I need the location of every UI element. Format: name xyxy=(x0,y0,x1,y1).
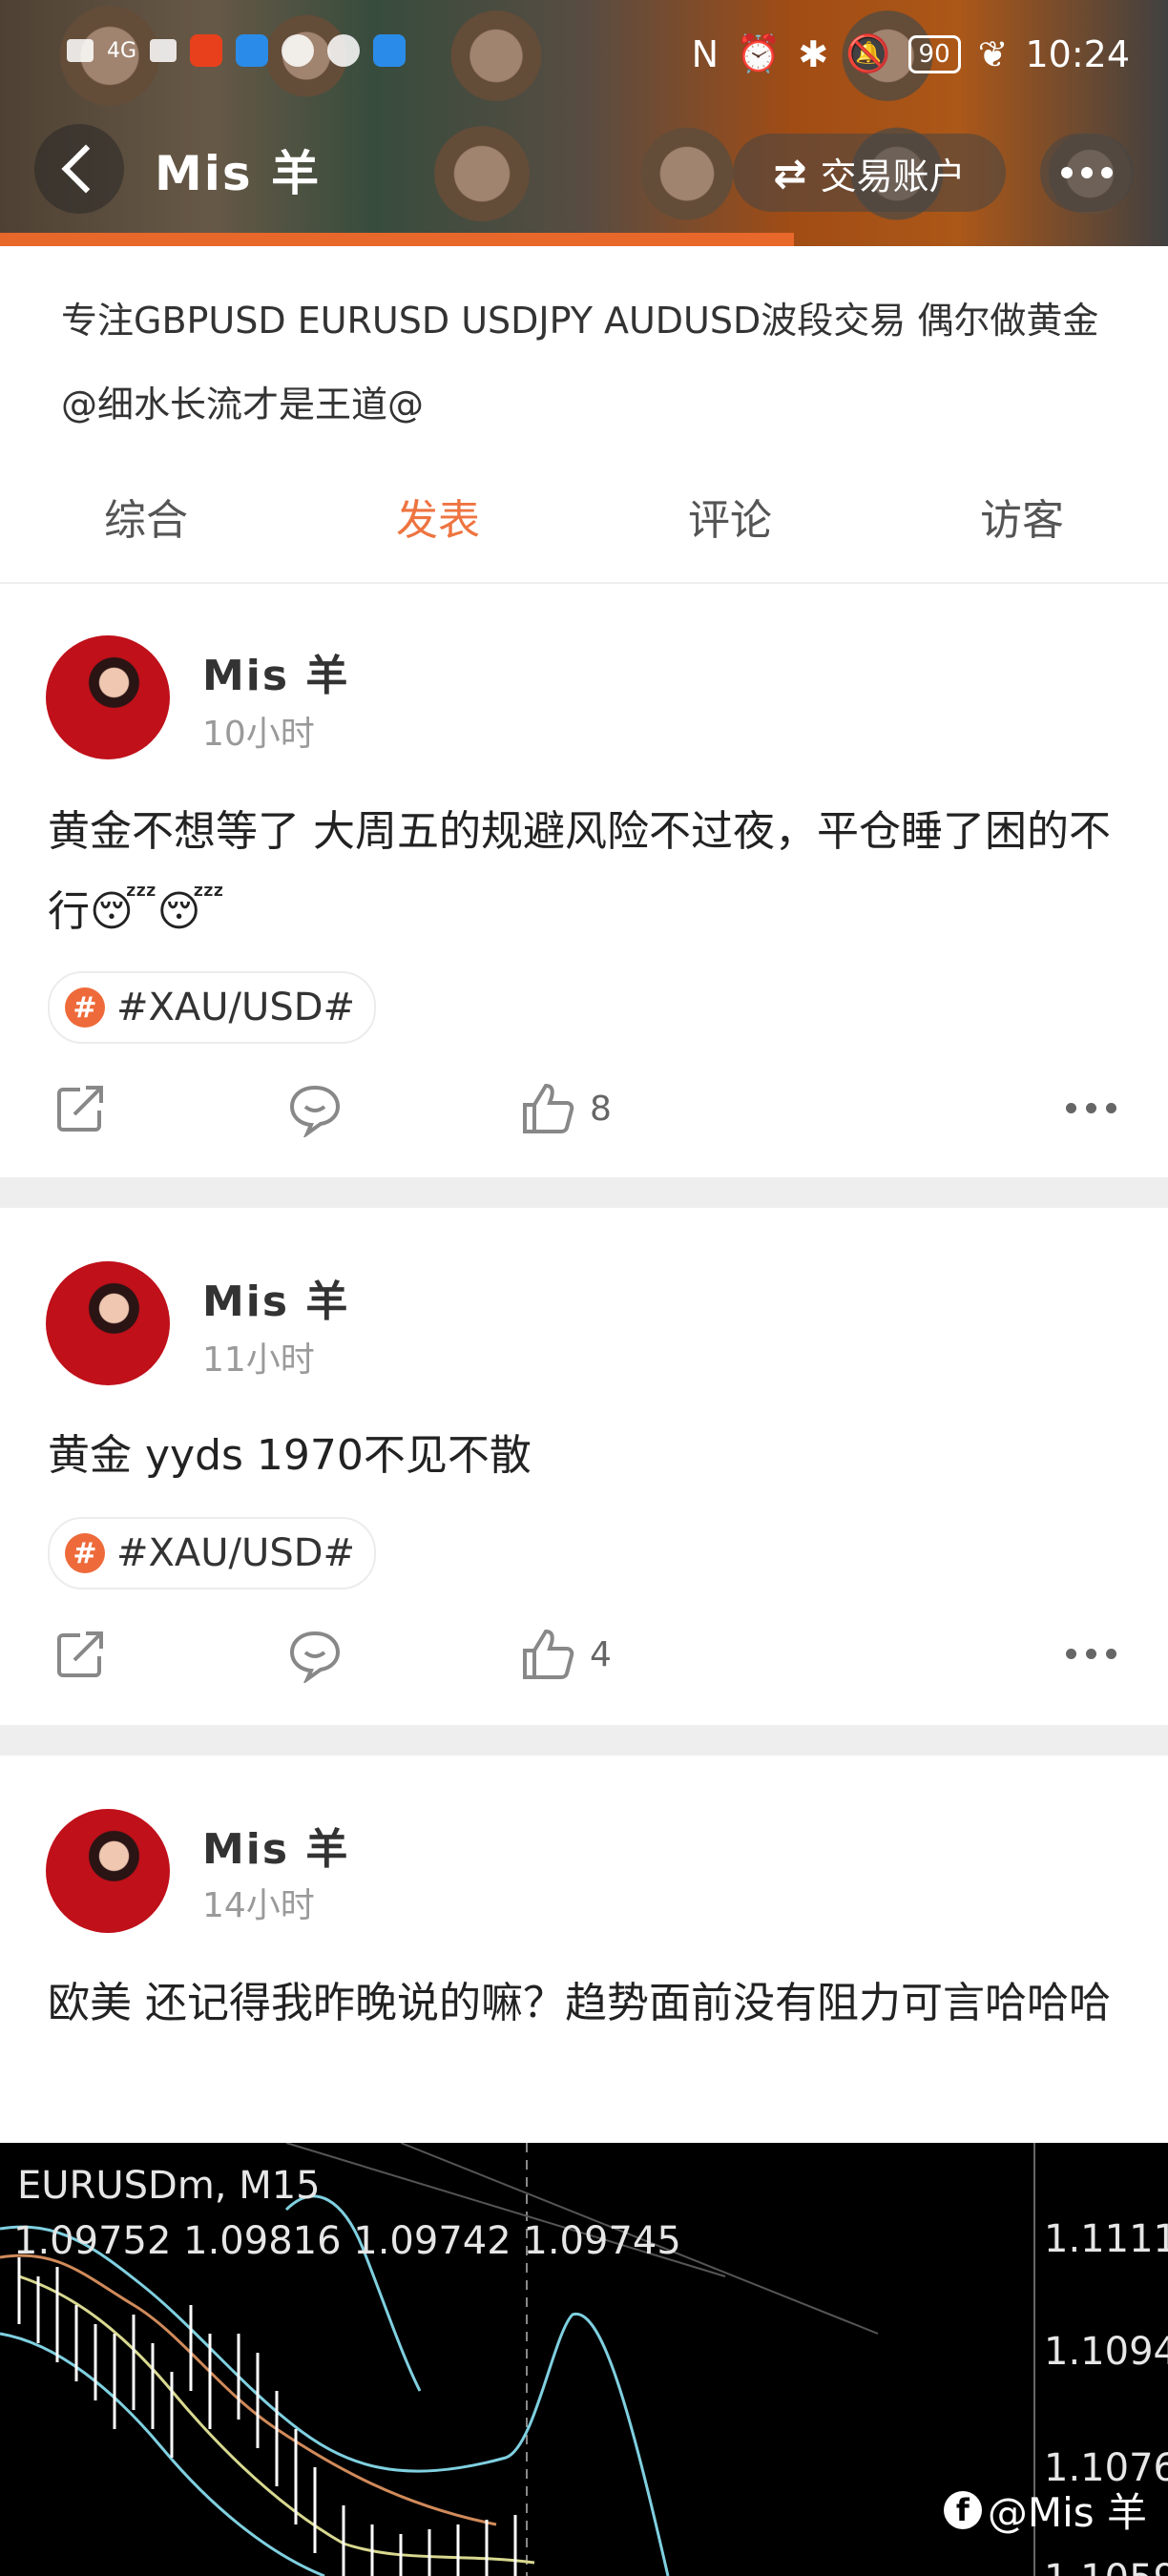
hashtag-icon: # xyxy=(65,987,105,1028)
app-icon xyxy=(373,34,407,67)
share-button[interactable] xyxy=(52,1626,109,1683)
facebook-icon: f xyxy=(943,2490,982,2529)
post-actions: 8 xyxy=(0,1080,1168,1137)
chart-price-label: 1.1111 xyxy=(1044,2217,1168,2261)
trading-account-button[interactable]: ⇄ 交易账户 xyxy=(733,134,1006,212)
chart-price-label: 1.1094 xyxy=(1044,2330,1168,2374)
weather-icon xyxy=(236,34,269,67)
avatar[interactable] xyxy=(46,635,170,759)
signal-icon xyxy=(150,39,177,62)
like-count: 4 xyxy=(590,1634,612,1674)
avatar[interactable] xyxy=(46,1261,170,1385)
chart-candles xyxy=(17,2257,517,2576)
tab-posts[interactable]: 发表 xyxy=(292,483,584,605)
thumbs-up-icon xyxy=(523,1629,574,1679)
more-icon-dot xyxy=(1086,1103,1096,1113)
post-tag[interactable]: # #XAU/USD# xyxy=(48,971,377,1044)
chart-bollinger-upper xyxy=(0,2225,670,2576)
more-icon-dot xyxy=(1101,167,1113,178)
profile-bio: 专注GBPUSD EURUSD USDJPY AUDUSD波段交易 偶尔做黄金 … xyxy=(61,300,1099,426)
bank-app-icon xyxy=(190,34,223,67)
post-author[interactable]: Mis 羊 xyxy=(202,641,349,702)
tab-overview[interactable]: 综合 xyxy=(0,483,292,582)
comment-button[interactable] xyxy=(286,1626,344,1683)
more-icon xyxy=(1066,1649,1076,1659)
chevron-left-icon xyxy=(61,144,111,194)
like-button[interactable]: 8 xyxy=(519,1080,612,1137)
post-card: Mis 羊 11小时 黄金 yyds 1970不见不散 # #XAU/USD# … xyxy=(0,1208,1168,1723)
comment-button[interactable] xyxy=(286,1080,344,1137)
chart-symbol: EURUSDm, M15 xyxy=(17,2164,321,2208)
profile-tabs: 综合 发表 评论 访客 xyxy=(0,483,1168,605)
hd-icon xyxy=(67,39,94,62)
thumbs-up-icon xyxy=(523,1083,574,1133)
post-divider xyxy=(0,1725,1168,1755)
chart-price-label: 1.1059 xyxy=(1044,2557,1168,2576)
post-more-button[interactable] xyxy=(1066,1649,1116,1659)
post-card: Mis 羊 10小时 黄金不想等了 大周五的规避风险不过夜，平仓睡了困的不行😴😴… xyxy=(0,584,1168,1175)
status-bar: 4G N ⏰ ✱ 🔕 90 ❦ 10:24 xyxy=(0,19,1168,95)
nfc-icon: N xyxy=(691,32,720,75)
more-icon xyxy=(1066,1103,1076,1113)
like-button[interactable]: 4 xyxy=(519,1626,612,1683)
hashtag-icon: # xyxy=(65,1533,105,1573)
bluetooth-icon: ✱ xyxy=(798,32,829,75)
share-icon xyxy=(57,1086,103,1132)
post-time: 10小时 xyxy=(202,715,315,754)
post-more-button[interactable] xyxy=(1066,1103,1116,1113)
network-label: 4G xyxy=(107,38,137,63)
header-accent-line xyxy=(0,233,794,246)
post-tag[interactable]: # #XAU/USD# xyxy=(48,1517,377,1589)
more-icon-dot xyxy=(1081,167,1093,178)
chart-moving-average xyxy=(0,2254,497,2526)
avatar[interactable] xyxy=(46,1809,170,1933)
comment-icon xyxy=(289,1085,341,1137)
more-icon xyxy=(1061,167,1073,178)
post-content[interactable]: 黄金 yyds 1970不见不散 xyxy=(48,1416,1126,1496)
watermark-text: @Mis 羊 xyxy=(987,2489,1147,2536)
like-count: 8 xyxy=(590,1089,612,1129)
trading-account-label: 交易账户 xyxy=(820,155,966,197)
watermark: f @Mis 羊 xyxy=(943,2481,1147,2539)
header-title: Mis 羊 xyxy=(155,146,322,201)
more-icon-dot xyxy=(1106,1103,1116,1113)
clock: 10:24 xyxy=(1025,32,1130,75)
swap-icon: ⇄ xyxy=(773,149,807,197)
profile-header: 4G N ⏰ ✱ 🔕 90 ❦ 10:24 Mis 羊 ⇄ 交易账户 xyxy=(0,0,1168,246)
more-icon-dot xyxy=(1086,1649,1096,1659)
mute-icon: 🔕 xyxy=(845,32,891,74)
post-actions: 4 xyxy=(0,1626,1168,1683)
post-tag-label: #XAU/USD# xyxy=(116,1531,356,1575)
leaf-icon: ❦ xyxy=(977,32,1009,75)
tab-comments[interactable]: 评论 xyxy=(584,483,876,582)
share-button[interactable] xyxy=(52,1080,109,1137)
message-icon xyxy=(282,34,315,67)
alarm-icon: ⏰ xyxy=(736,32,782,74)
post-divider xyxy=(0,1177,1168,1208)
browser-icon xyxy=(327,34,361,67)
post-tag-label: #XAU/USD# xyxy=(116,986,356,1029)
post-content[interactable]: 欧美 还记得我昨晚说的嘛？趋势面前没有阻力可言哈哈哈 xyxy=(48,1963,1126,2044)
tab-visitors[interactable]: 访客 xyxy=(876,483,1168,582)
post-author[interactable]: Mis 羊 xyxy=(202,1267,349,1328)
header-more-button[interactable] xyxy=(1040,134,1134,212)
battery-indicator: 90 xyxy=(907,34,961,73)
post-time: 11小时 xyxy=(202,1340,315,1380)
back-button[interactable] xyxy=(34,124,124,214)
more-icon-dot xyxy=(1106,1649,1116,1659)
share-icon xyxy=(57,1631,103,1677)
post-author[interactable]: Mis 羊 xyxy=(202,1815,349,1876)
post-content[interactable]: 黄金不想等了 大周五的规避风险不过夜，平仓睡了困的不行😴😴 xyxy=(48,792,1126,952)
chart-ohlc: 1.09752 1.09816 1.09742 1.09745 xyxy=(13,2219,681,2263)
comment-icon xyxy=(289,1631,341,1683)
post-time: 14小时 xyxy=(202,1886,315,1925)
